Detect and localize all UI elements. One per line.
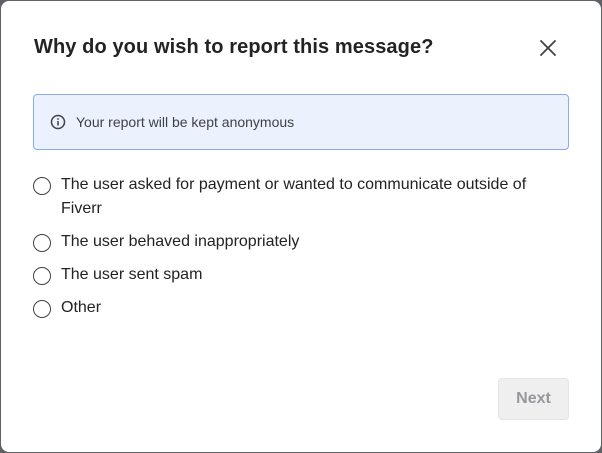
radio-button[interactable]: [33, 267, 51, 285]
option-label: The user behaved inappropriately: [61, 233, 300, 250]
info-icon: [50, 114, 66, 130]
option-label: The user asked for payment or wanted to …: [61, 176, 527, 217]
option-payment-outside-fiverr[interactable]: The user asked for payment or wanted to …: [33, 176, 573, 221]
option-behaved-inappropriately[interactable]: The user behaved inappropriately: [33, 233, 573, 254]
info-text: Your report will be kept anonymous: [76, 114, 295, 130]
anonymous-info-banner: Your report will be kept anonymous: [33, 94, 569, 150]
radio-button[interactable]: [33, 300, 51, 318]
report-reason-options: The user asked for payment or wanted to …: [33, 176, 573, 332]
next-button[interactable]: Next: [498, 378, 569, 420]
option-label: The user sent spam: [61, 266, 203, 283]
radio-button[interactable]: [33, 234, 51, 252]
radio-button[interactable]: [33, 177, 51, 195]
report-message-dialog: Why do you wish to report this message? …: [1, 1, 601, 452]
option-sent-spam[interactable]: The user sent spam: [33, 266, 573, 287]
close-icon: [540, 40, 556, 56]
option-label: Other: [61, 299, 102, 316]
dialog-title: Why do you wish to report this message?: [34, 36, 434, 58]
option-other[interactable]: Other: [33, 299, 573, 320]
close-button[interactable]: [536, 36, 560, 60]
